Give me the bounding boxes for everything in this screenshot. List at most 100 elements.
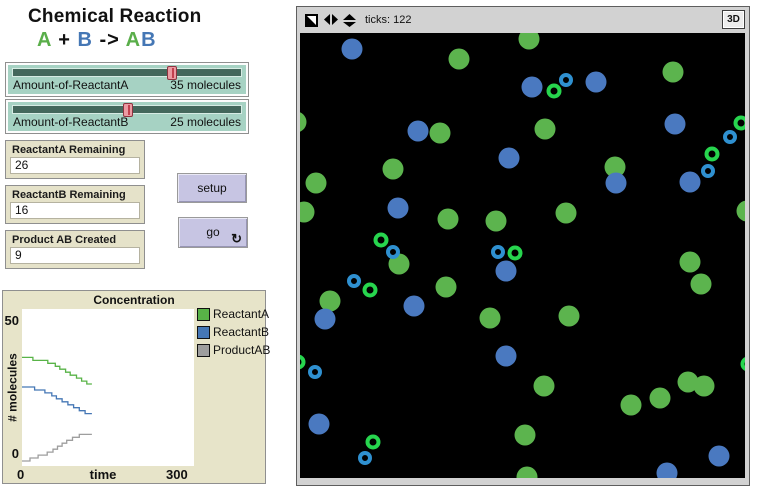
molecule-productAB-blue-ring — [386, 245, 400, 259]
legend-label: ReactantA — [213, 307, 269, 321]
setup-button[interactable]: setup — [177, 173, 247, 203]
molecule-productAB-blue-ring — [723, 130, 737, 144]
molecule-reactantB — [388, 198, 409, 219]
molecule-reactantB — [709, 446, 730, 467]
legend-swatch-productAB — [197, 344, 210, 357]
slider-amount-of-reactantA[interactable]: Amount-of-ReactantA 35 molecules — [5, 62, 249, 97]
molecule-reactantB — [496, 261, 517, 282]
molecule-productAB-green-ring — [734, 116, 746, 131]
legend-swatch-reactantA — [197, 308, 210, 321]
forever-loop-icon: ↻ — [231, 232, 242, 245]
slider-track[interactable] — [12, 68, 242, 77]
x-axis-max-label: 300 — [166, 467, 188, 482]
plot-line-ReactantA — [22, 357, 92, 384]
plot-legend: ReactantA ReactantB ProductAB — [197, 305, 270, 359]
molecule-productAB-green-ring — [366, 435, 381, 450]
world-view: ticks: 122 3D — [296, 6, 750, 486]
slider-value: 25 molecules — [170, 115, 241, 129]
y-axis-label: # molecules — [6, 343, 19, 433]
app-window: Chemical Reaction A + B -> AB Amount-of-… — [0, 0, 758, 492]
formula-token: -> — [93, 29, 126, 51]
molecule-reactantA — [650, 388, 671, 409]
molecule-reactantA — [691, 274, 712, 295]
molecule-productAB-blue-ring — [308, 365, 322, 379]
slider-value: 35 molecules — [170, 78, 241, 92]
x-axis-label: time — [58, 467, 148, 482]
plot-canvas — [22, 309, 194, 466]
formula-token: B — [141, 29, 156, 51]
3d-view-button[interactable]: 3D — [722, 10, 745, 29]
molecule-productAB-blue-ring — [347, 274, 361, 288]
monitor-reactantA-remaining: ReactantA Remaining 26 — [5, 140, 145, 179]
molecule-productAB-green-ring — [547, 84, 562, 99]
molecule-reactantB — [315, 309, 336, 330]
molecule-reactantA — [515, 425, 536, 446]
molecule-reactantA — [535, 119, 556, 140]
formula-token: A — [37, 29, 52, 51]
plot-line-ReactantB — [22, 387, 92, 414]
molecule-productAB-green-ring — [705, 147, 720, 162]
molecule-reactantA — [486, 211, 507, 232]
molecule-reactantA — [556, 203, 577, 224]
molecule-reactantB — [408, 121, 429, 142]
legend-row-productAB: ProductAB — [197, 341, 270, 359]
molecule-reactantB — [499, 148, 520, 169]
slider-amount-of-reactantB[interactable]: Amount-of-ReactantB 25 molecules — [5, 99, 249, 134]
molecule-reactantB — [586, 72, 607, 93]
molecule-reactantB — [342, 39, 363, 60]
slider-label: Amount-of-ReactantA — [13, 78, 128, 92]
molecule-reactantA — [480, 308, 501, 329]
monitor-value: 26 — [10, 157, 140, 174]
molecule-productAB-blue-ring — [559, 73, 573, 87]
molecule-reactantB — [522, 77, 543, 98]
molecule-reactantB — [680, 172, 701, 193]
page-title: Chemical Reaction — [28, 6, 201, 28]
molecule-productAB-blue-ring — [701, 164, 715, 178]
molecule-reactantA — [383, 159, 404, 180]
molecule-reactantA — [559, 306, 580, 327]
y-axis-min-label: 0 — [3, 446, 19, 461]
molecule-reactantA — [436, 277, 457, 298]
legend-label: ProductAB — [213, 343, 270, 357]
world-canvas — [300, 33, 745, 478]
horizontal-arrows-icon[interactable] — [324, 14, 338, 25]
molecule-productAB-green-ring — [363, 283, 378, 298]
go-button[interactable]: go ↻ — [178, 217, 248, 248]
molecule-reactantA — [300, 202, 315, 223]
molecule-reactantA — [663, 62, 684, 83]
vertical-arrows-icon[interactable] — [343, 14, 356, 27]
molecule-reactantB — [496, 346, 517, 367]
molecule-reactantB — [606, 173, 627, 194]
molecule-productAB-green-ring — [741, 357, 746, 372]
monitor-label: Product AB Created — [12, 234, 116, 246]
molecule-reactantA — [519, 33, 540, 50]
plot-line-ProductAB — [22, 434, 92, 461]
legend-label: ReactantB — [213, 325, 269, 339]
molecule-reactantA — [737, 201, 746, 222]
molecule-reactantA — [694, 376, 715, 397]
monitor-product-ab-created: Product AB Created 9 — [5, 230, 145, 269]
formula-token: B — [78, 29, 93, 51]
y-axis-max-label: 50 — [3, 313, 19, 328]
reaction-formula: A + B -> AB — [37, 29, 157, 52]
molecule-reactantA — [449, 49, 470, 70]
molecule-reactantA — [534, 376, 555, 397]
formula-token: + — [52, 29, 78, 51]
plot-lines — [22, 309, 194, 466]
molecule-productAB-green-ring — [374, 233, 389, 248]
diagonal-resize-icon[interactable] — [305, 14, 318, 27]
legend-row-reactantB: ReactantB — [197, 323, 270, 341]
formula-token: A — [126, 29, 141, 51]
go-button-label: go — [206, 225, 219, 239]
molecule-productAB-blue-ring — [491, 245, 505, 259]
molecule-reactantA — [517, 467, 538, 479]
ticks-counter: ticks: 122 — [365, 14, 411, 26]
molecule-reactantA — [621, 395, 642, 416]
legend-swatch-reactantB — [197, 326, 210, 339]
molecule-reactantB — [309, 414, 330, 435]
molecule-productAB-green-ring — [300, 355, 306, 370]
molecule-productAB-blue-ring — [358, 451, 372, 465]
concentration-plot: Concentration 50 0 0 time 300 # molecule… — [2, 290, 266, 484]
view-header: ticks: 122 3D — [297, 7, 749, 33]
monitor-reactantB-remaining: ReactantB Remaining 16 — [5, 185, 145, 224]
